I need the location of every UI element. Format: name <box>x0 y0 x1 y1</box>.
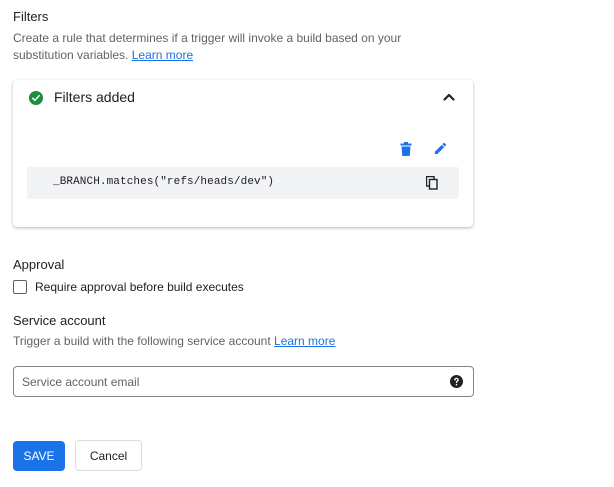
filters-title: Filters <box>13 9 49 24</box>
service-account-title: Service account <box>13 313 106 328</box>
service-account-email-input[interactable] <box>22 373 432 390</box>
service-account-description: Trigger a build with the following servi… <box>13 333 335 350</box>
chevron-up-icon[interactable] <box>443 93 455 101</box>
service-account-description-text: Trigger a build with the following servi… <box>13 334 271 348</box>
check-circle-icon <box>29 91 43 105</box>
trigger-settings-page: Filters Create a rule that determines if… <box>0 0 614 487</box>
filters-learn-more-link[interactable]: Learn more <box>132 48 193 62</box>
filters-description: Create a rule that determines if a trigg… <box>13 30 401 64</box>
service-account-email-field[interactable] <box>13 366 474 397</box>
filters-card: Filters added _BRANCH.matches("refs/head… <box>13 80 473 227</box>
require-approval-label[interactable]: Require approval before build executes <box>35 280 244 294</box>
filter-expression-row: _BRANCH.matches("refs/heads/dev") <box>27 167 459 199</box>
filters-card-header-label: Filters added <box>54 89 135 105</box>
filters-description-line1: Create a rule that determines if a trigg… <box>13 31 402 45</box>
filter-expression: _BRANCH.matches("refs/heads/dev") <box>53 176 275 188</box>
filters-card-header[interactable]: Filters added <box>13 80 473 116</box>
help-icon[interactable] <box>450 375 463 388</box>
save-button[interactable]: SAVE <box>13 441 65 471</box>
require-approval-checkbox[interactable] <box>13 280 27 294</box>
copy-icon[interactable] <box>426 176 438 190</box>
filters-description-line2: substitution variables. <box>13 48 129 62</box>
service-account-learn-more-link[interactable]: Learn more <box>274 334 335 348</box>
cancel-button[interactable]: Cancel <box>75 440 142 471</box>
edit-icon[interactable] <box>433 141 448 156</box>
approval-title: Approval <box>13 257 65 272</box>
delete-icon[interactable] <box>400 142 412 156</box>
